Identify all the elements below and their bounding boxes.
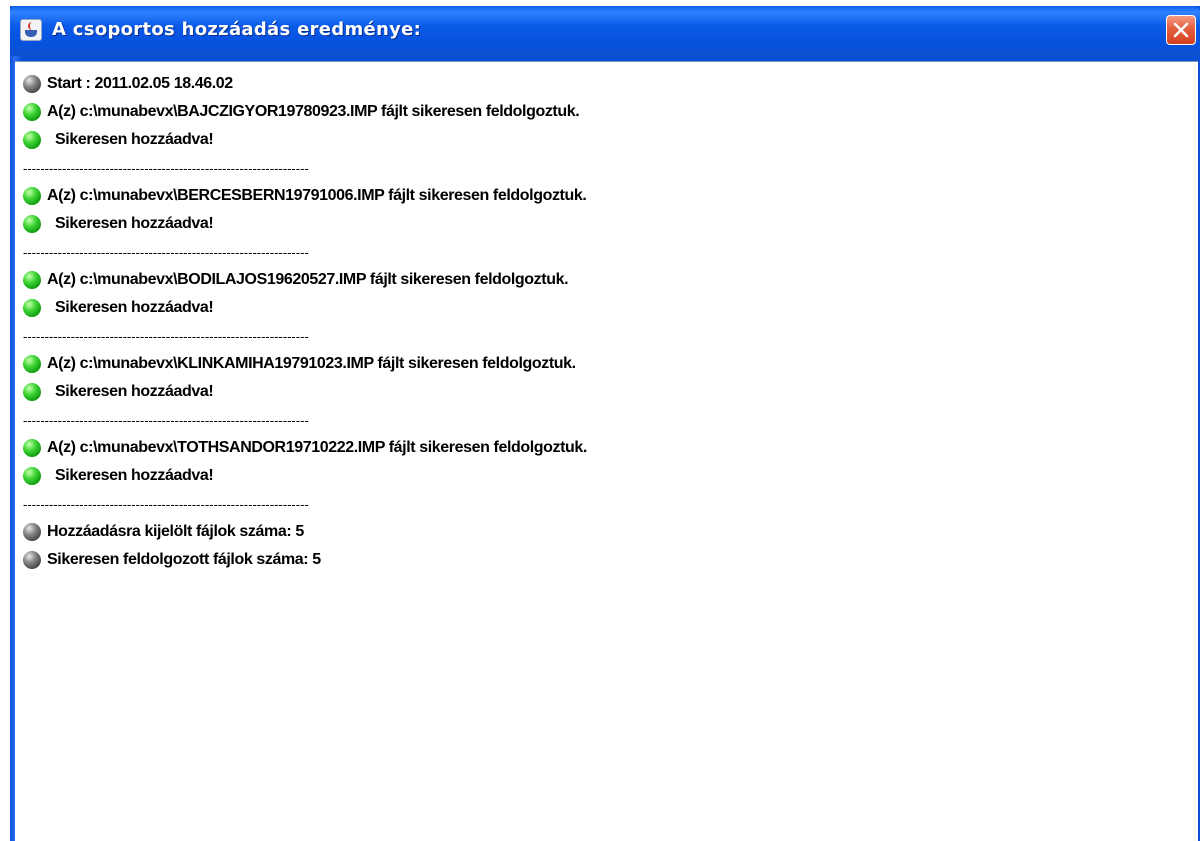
- log-entry-text: Start : 2011.02.05 18.46.02: [47, 75, 233, 92]
- log-entry-text: A(z) c:\munabevx\TOTHSANDOR19710222.IMP …: [47, 439, 587, 456]
- log-entry-text: Sikeresen hozzáadva!: [55, 131, 214, 148]
- log-separator: ----------------------------------------…: [23, 496, 309, 512]
- log-entry: Sikeresen hozzáadva!: [23, 126, 1193, 154]
- java-cup-icon: [20, 19, 42, 41]
- log-entry: Sikeresen hozzáadva!: [23, 210, 1193, 238]
- log-entry-text: A(z) c:\munabevx\KLINKAMIHA19791023.IMP …: [47, 355, 576, 372]
- log-entry-text: Sikeresen feldolgozott fájlok száma: 5: [47, 551, 321, 568]
- green-status-icon: [23, 215, 41, 233]
- log-panel[interactable]: Start : 2011.02.05 18.46.02 A(z) c:\munab…: [15, 61, 1198, 841]
- log-list: Start : 2011.02.05 18.46.02 A(z) c:\munab…: [23, 70, 1193, 574]
- log-entry: Start : 2011.02.05 18.46.02: [23, 70, 1193, 98]
- green-status-icon: [23, 439, 41, 457]
- log-entry: Hozzáadásra kijelölt fájlok száma: 5: [23, 518, 1193, 546]
- green-status-icon: [23, 187, 41, 205]
- green-status-icon: [23, 131, 41, 149]
- log-entry: A(z) c:\munabevx\TOTHSANDOR19710222.IMP …: [23, 434, 1193, 462]
- gray-status-icon: [23, 75, 41, 93]
- window-title: A csoportos hozzáadás eredménye:: [52, 19, 422, 40]
- close-button[interactable]: [1166, 15, 1196, 45]
- log-entry: Sikeresen hozzáadva!: [23, 462, 1193, 490]
- log-entry-text: A(z) c:\munabevx\BODILAJOS19620527.IMP f…: [47, 271, 569, 288]
- green-status-icon: [23, 103, 41, 121]
- green-status-icon: [23, 355, 41, 373]
- log-separator: ----------------------------------------…: [23, 160, 309, 176]
- log-entry-text: Hozzáadásra kijelölt fájlok száma: 5: [47, 523, 304, 540]
- green-status-icon: [23, 383, 41, 401]
- result-dialog-window: A csoportos hozzáadás eredménye: Start :…: [10, 6, 1200, 841]
- gray-status-icon: [23, 551, 41, 569]
- log-entry: A(z) c:\munabevx\KLINKAMIHA19791023.IMP …: [23, 350, 1193, 378]
- green-status-icon: [23, 299, 41, 317]
- log-entry-text: A(z) c:\munabevx\BAJCZIGYOR19780923.IMP …: [47, 103, 580, 120]
- log-entry-text: Sikeresen hozzáadva!: [55, 215, 214, 232]
- log-entry-text: A(z) c:\munabevx\BERCESBERN19791006.IMP …: [47, 187, 587, 204]
- close-x-icon: [1173, 22, 1189, 38]
- green-status-icon: [23, 271, 41, 289]
- log-entry: A(z) c:\munabevx\BERCESBERN19791006.IMP …: [23, 182, 1193, 210]
- log-entry: A(z) c:\munabevx\BAJCZIGYOR19780923.IMP …: [23, 98, 1193, 126]
- log-entry-text: Sikeresen hozzáadva!: [55, 467, 214, 484]
- log-entry: A(z) c:\munabevx\BODILAJOS19620527.IMP f…: [23, 266, 1193, 294]
- log-separator: ----------------------------------------…: [23, 412, 309, 428]
- log-entry-text: Sikeresen hozzáadva!: [55, 383, 214, 400]
- log-entry-text: Sikeresen hozzáadva!: [55, 299, 214, 316]
- title-bar[interactable]: A csoportos hozzáadás eredménye:: [10, 6, 1200, 56]
- log-entry: Sikeresen hozzáadva!: [23, 294, 1193, 322]
- log-entry: Sikeresen hozzáadva!: [23, 378, 1193, 406]
- green-status-icon: [23, 467, 41, 485]
- log-entry: Sikeresen feldolgozott fájlok száma: 5: [23, 546, 1193, 574]
- log-separator: ----------------------------------------…: [23, 244, 309, 260]
- log-separator: ----------------------------------------…: [23, 328, 309, 344]
- gray-status-icon: [23, 523, 41, 541]
